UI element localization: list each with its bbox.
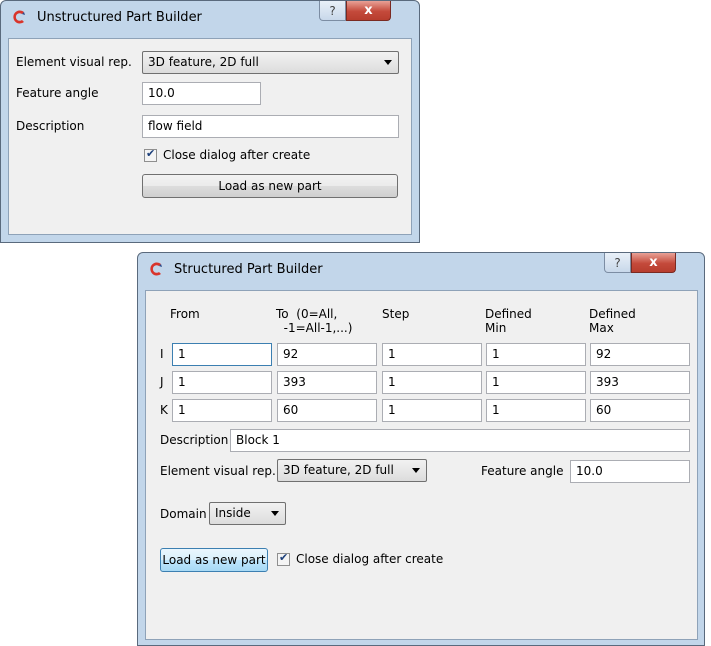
help-button[interactable]: ?: [319, 1, 346, 21]
window-title: Structured Part Builder: [174, 262, 323, 277]
structured-titlebar[interactable]: Structured Part Builder ? x: [138, 253, 704, 286]
i-defined-max-input[interactable]: 92: [590, 343, 690, 366]
j-to-input[interactable]: 393: [277, 371, 377, 394]
close-dialog-checkbox[interactable]: ✔: [277, 551, 290, 566]
k-to-input[interactable]: 60: [277, 399, 377, 422]
j-defined-min-input[interactable]: 1: [486, 371, 586, 394]
i-from-input[interactable]: 1: [172, 343, 272, 366]
j-from-input[interactable]: 1: [172, 371, 272, 394]
checkmark-icon: ✔: [146, 147, 156, 160]
feature-angle-label: Feature angle: [16, 86, 99, 100]
header-to-line1: To (0=All,: [276, 307, 338, 321]
feature-angle-label: Feature angle: [481, 464, 564, 478]
axis-label-j: J: [160, 375, 164, 389]
unstructured-part-builder-window: Unstructured Part Builder ? x Element vi…: [0, 0, 420, 243]
header-step: Step: [382, 307, 410, 321]
app-logo-icon: [150, 262, 162, 276]
help-button[interactable]: ?: [604, 253, 631, 273]
i-step-input[interactable]: 1: [382, 343, 482, 366]
load-as-new-part-button[interactable]: Load as new part: [160, 548, 268, 572]
i-defined-min-input[interactable]: 1: [486, 343, 586, 366]
element-visual-value: 3D feature, 2D full: [283, 463, 394, 477]
k-defined-max-input[interactable]: 60: [590, 399, 690, 422]
header-defined-min-line2: Min: [485, 321, 507, 335]
unstructured-client-area: Element visual rep. 3D feature, 2D full …: [8, 38, 412, 235]
app-logo-icon: [13, 10, 25, 24]
element-visual-label: Element visual rep.: [160, 464, 276, 478]
window-title: Unstructured Part Builder: [37, 10, 202, 25]
description-label: Description: [16, 119, 85, 133]
header-to-line2: -1=All-1,...): [276, 321, 353, 335]
close-dialog-label: Close dialog after create: [296, 552, 444, 566]
close-dialog-checkbox[interactable]: ✔: [144, 147, 157, 162]
axis-label-i: I: [160, 347, 164, 361]
j-step-input[interactable]: 1: [382, 371, 482, 394]
k-defined-min-input[interactable]: 1: [486, 399, 586, 422]
description-input[interactable]: flow field: [142, 115, 399, 138]
description-input[interactable]: Block 1: [230, 429, 690, 452]
i-to-input[interactable]: 92: [277, 343, 377, 366]
checkmark-icon: ✔: [279, 551, 289, 564]
header-defined-min-line1: Defined: [485, 307, 532, 321]
element-visual-select[interactable]: 3D feature, 2D full: [142, 51, 399, 74]
close-button[interactable]: x: [631, 253, 676, 273]
domain-value: Inside: [215, 506, 251, 520]
unstructured-titlebar[interactable]: Unstructured Part Builder ? x: [1, 1, 419, 34]
j-defined-max-input[interactable]: 393: [590, 371, 690, 394]
chevron-down-icon: [412, 468, 420, 473]
axis-label-k: K: [160, 403, 168, 417]
chevron-down-icon: [271, 511, 279, 516]
chevron-down-icon: [384, 60, 392, 65]
load-as-new-part-button[interactable]: Load as new part: [142, 174, 398, 198]
header-defined-max-line1: Defined: [589, 307, 636, 321]
description-label: Description: [160, 433, 229, 447]
k-step-input[interactable]: 1: [382, 399, 482, 422]
header-from: From: [170, 307, 200, 321]
structured-client-area: From To (0=All, -1=All-1,...) Step Defin…: [145, 290, 698, 640]
close-dialog-label: Close dialog after create: [163, 148, 311, 162]
element-visual-select[interactable]: 3D feature, 2D full: [277, 459, 427, 482]
element-visual-value: 3D feature, 2D full: [148, 55, 259, 69]
close-button[interactable]: x: [346, 1, 391, 21]
domain-label: Domain: [160, 507, 207, 521]
header-defined-max-line2: Max: [589, 321, 614, 335]
element-visual-label: Element visual rep.: [16, 55, 132, 69]
feature-angle-input[interactable]: 10.0: [142, 82, 261, 105]
structured-part-builder-window: Structured Part Builder ? x From To (0=A…: [137, 252, 705, 646]
feature-angle-input[interactable]: 10.0: [570, 460, 690, 483]
k-from-input[interactable]: 1: [172, 399, 272, 422]
domain-select[interactable]: Inside: [209, 502, 286, 525]
